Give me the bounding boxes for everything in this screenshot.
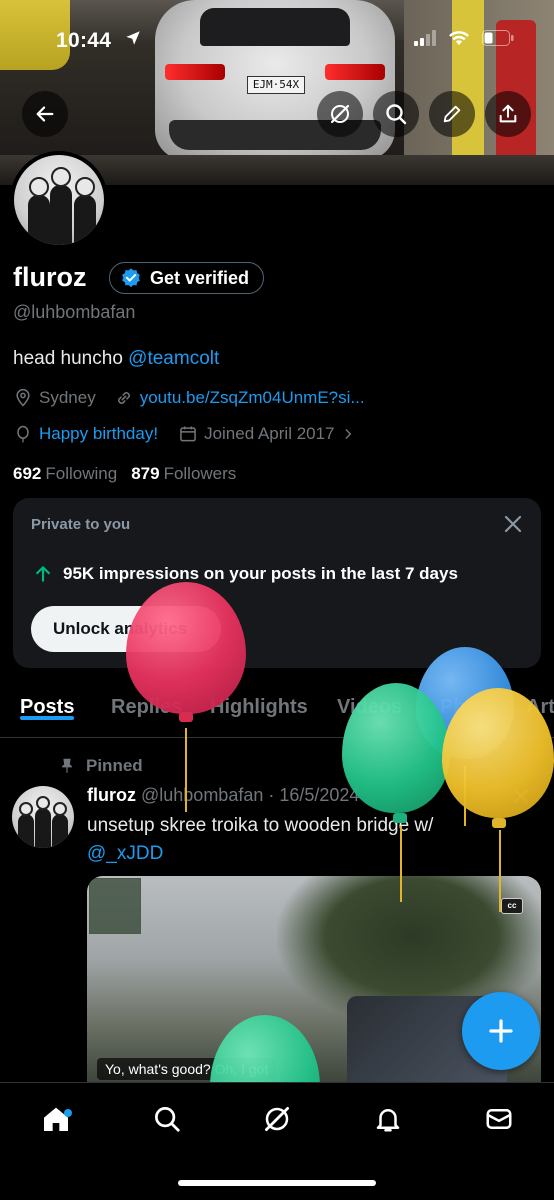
following-link[interactable]: 692 Following — [13, 464, 117, 484]
compose-post-button[interactable] — [462, 992, 540, 1070]
wifi-icon — [449, 31, 469, 46]
nav-search[interactable] — [137, 1097, 197, 1141]
balloon-pink — [126, 582, 246, 714]
post-header: fluroz @luhbombafan · 16/5/2024 — [87, 785, 359, 806]
search-button[interactable] — [373, 91, 419, 137]
signal-icon — [414, 30, 436, 46]
pinned-indicator: Pinned — [58, 756, 143, 776]
profile-meta-row-1: Sydney youtu.be/ZsqZm04UnmE?si... — [13, 388, 365, 408]
profile-location: Sydney — [39, 388, 96, 407]
get-verified-label: Get verified — [150, 267, 250, 288]
pinned-label: Pinned — [86, 756, 143, 775]
edit-button[interactable] — [429, 91, 475, 137]
profile-website-link[interactable]: youtu.be/ZsqZm04UnmE?si... — [140, 388, 365, 408]
captions-icon[interactable]: cc — [501, 898, 523, 914]
profile-meta-row-2: Happy birthday! Joined April 2017 — [13, 424, 355, 444]
private-card-title: Private to you — [31, 516, 131, 533]
calendar-icon — [180, 426, 196, 442]
status-time: 10:44 — [56, 29, 112, 52]
battery-icon — [482, 30, 514, 46]
impressions-row: 95K impressions on your posts in the las… — [33, 564, 458, 584]
balloon-icon — [17, 425, 29, 443]
post-author[interactable]: fluroz — [87, 785, 136, 805]
followers-link[interactable]: 879 Followers — [131, 464, 236, 484]
grok-button[interactable] — [317, 91, 363, 137]
get-verified-button[interactable]: Get verified — [109, 262, 265, 294]
tab-posts[interactable]: Posts — [20, 688, 75, 720]
profile-avatar[interactable] — [10, 151, 108, 249]
nav-grok[interactable] — [247, 1097, 307, 1141]
grok-icon — [330, 104, 350, 124]
profile-name: fluroz — [13, 262, 87, 292]
status-icons — [414, 30, 514, 46]
plus-icon — [489, 1019, 513, 1043]
banner-plate: EJM·54X — [247, 76, 305, 94]
banner-car: EJM·54X — [155, 0, 395, 160]
following-label: Following — [45, 464, 118, 483]
birthday-link[interactable]: Happy birthday! — [39, 424, 158, 444]
notification-dot — [64, 1109, 72, 1117]
search-icon — [155, 1107, 180, 1132]
post-text: unsetup skree troika to wooden bridge w/… — [87, 812, 467, 868]
followers-label: Followers — [163, 464, 237, 483]
post-handle-date: @luhbombafan · 16/5/2024 — [141, 785, 360, 805]
post-avatar[interactable] — [12, 786, 74, 848]
minimap — [89, 878, 141, 934]
pencil-icon — [443, 105, 461, 123]
balloon-green — [342, 683, 450, 813]
chevron-right-icon[interactable] — [341, 427, 355, 441]
mail-icon — [486, 1109, 512, 1129]
bio-text: head huncho — [13, 348, 129, 369]
balloon-string — [185, 728, 187, 812]
followers-count: 879 — [131, 464, 160, 483]
impressions-text: 95K impressions on your posts in the las… — [63, 564, 458, 583]
following-count: 692 — [13, 464, 42, 483]
search-icon — [386, 104, 407, 125]
bio-mention-link[interactable]: @teamcolt — [128, 348, 219, 369]
verified-badge-icon — [122, 268, 140, 288]
share-icon — [499, 104, 517, 123]
nav-messages[interactable] — [469, 1097, 529, 1141]
post-text-body: unsetup skree troika to wooden bridge w/ — [87, 815, 434, 836]
follow-counts: 692 Following 879 Followers — [13, 464, 236, 484]
pin-icon — [61, 758, 73, 773]
profile-handle: @luhbombafan — [13, 302, 136, 322]
nav-notifications[interactable] — [358, 1097, 418, 1141]
link-icon — [117, 392, 130, 404]
location-pin-icon — [16, 388, 30, 407]
balloon-yellow — [442, 688, 554, 818]
close-icon[interactable] — [501, 512, 525, 536]
post-mention-link[interactable]: @_xJDD — [87, 843, 163, 864]
profile-joined: Joined April 2017 — [204, 424, 335, 443]
private-analytics-card: Private to you 95K impressions on your p… — [13, 498, 541, 668]
home-icon — [44, 1107, 68, 1131]
back-button[interactable] — [22, 91, 68, 137]
profile-bio: head huncho @teamcolt — [13, 348, 219, 370]
arrow-left-icon — [36, 106, 54, 122]
nav-home[interactable] — [26, 1097, 86, 1141]
bell-icon — [376, 1109, 400, 1132]
grok-icon — [265, 1107, 289, 1131]
location-arrow-icon — [126, 31, 140, 45]
arrow-up-icon — [36, 566, 50, 582]
home-indicator — [178, 1180, 376, 1186]
share-button[interactable] — [485, 91, 531, 137]
